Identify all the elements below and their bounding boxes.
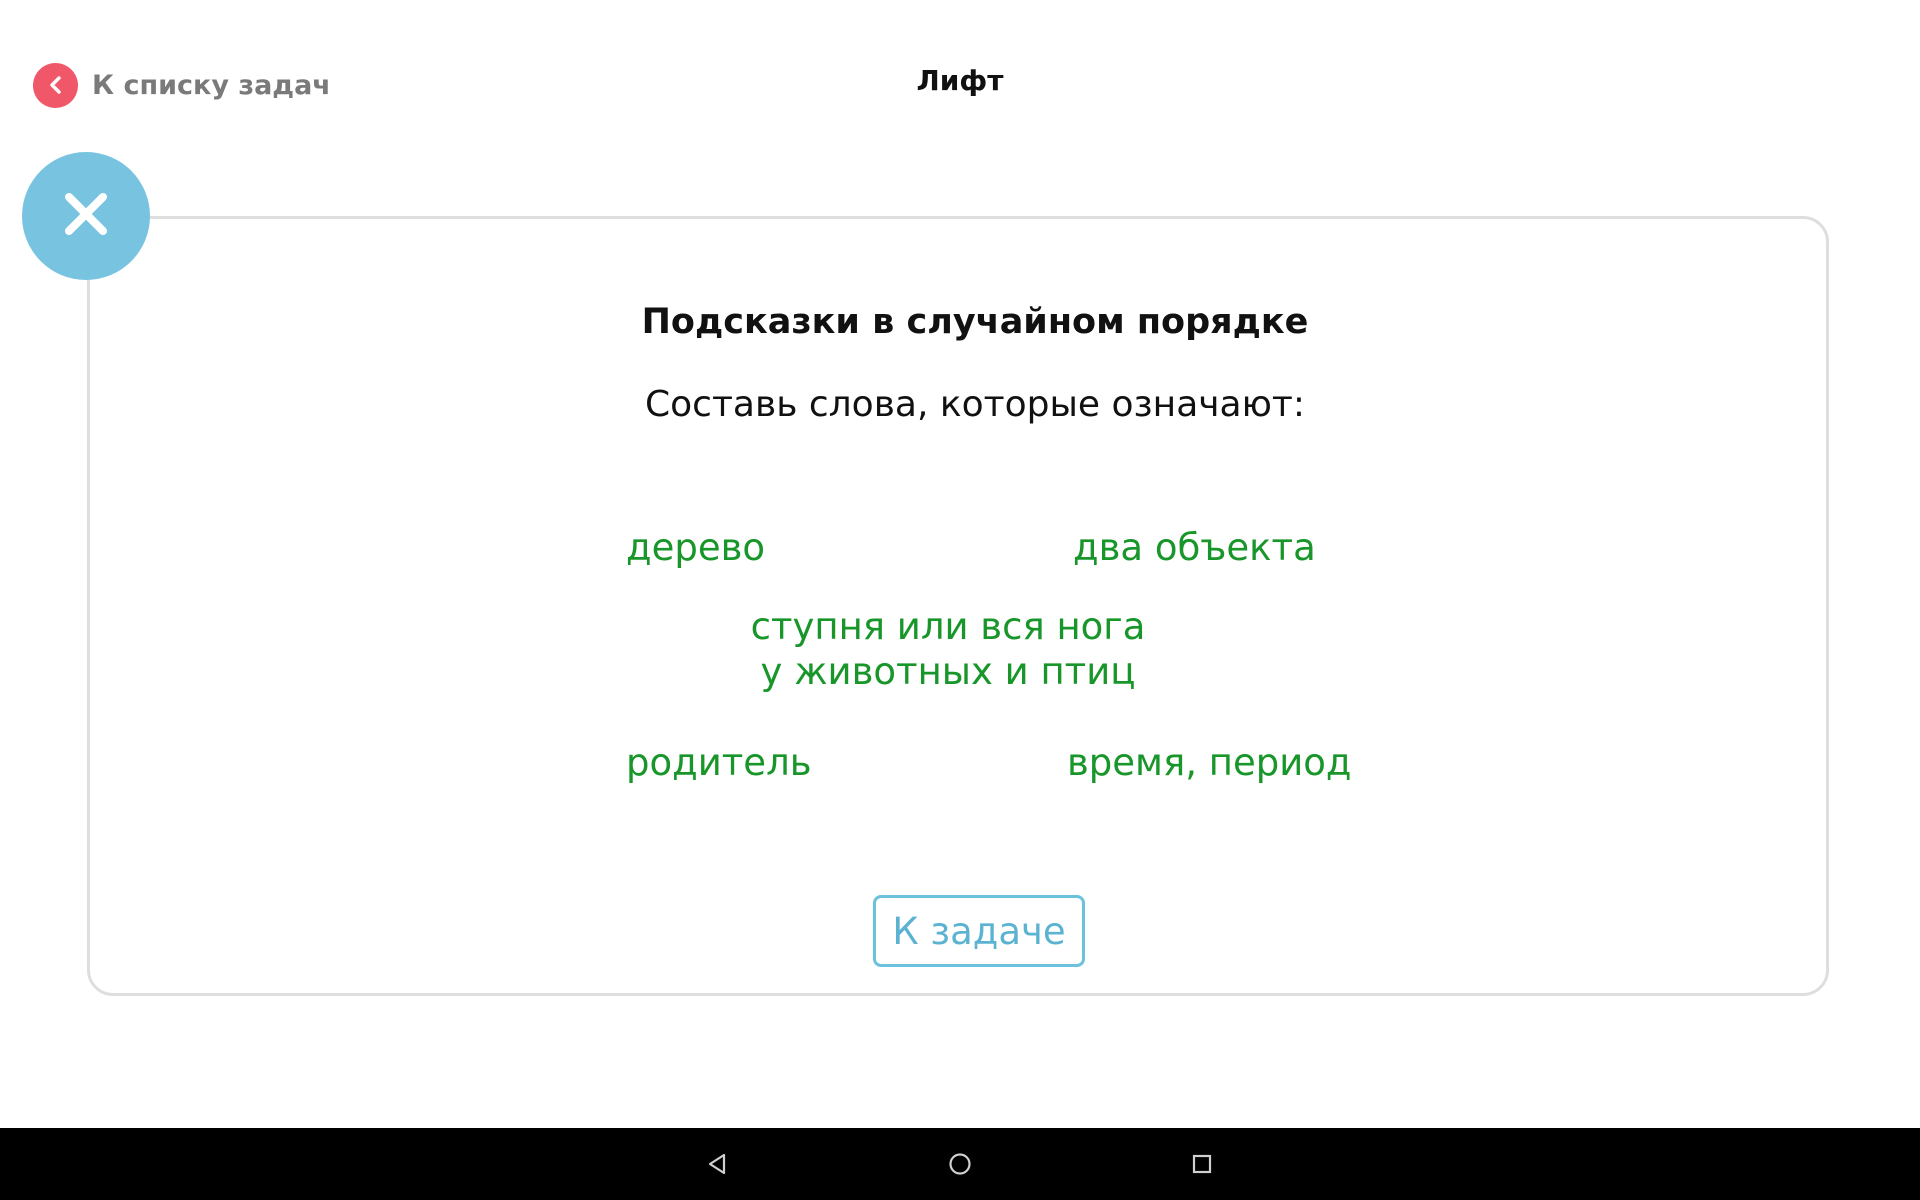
page-title: Лифт [916,64,1004,97]
hint-item: два объекта [1073,526,1316,569]
hint-item: родитель [626,741,812,784]
to-task-button[interactable]: К задаче [873,895,1085,967]
system-navigation-bar [0,1128,1920,1200]
circle-home-icon[interactable] [938,1142,982,1186]
hint-item: ступня или вся нога [750,605,1146,648]
close-icon [61,189,111,243]
triangle-back-icon[interactable] [695,1142,739,1186]
hint-item: дерево [626,526,766,569]
hints-instruction: Составь слова, которые означают: [645,384,1305,425]
hints-heading: Подсказки в случайном порядке [641,302,1309,342]
hint-item: у животных и птиц [760,650,1136,693]
hint-item: время, период [1067,741,1352,784]
page: К списку задач Лифт Подсказки в случайно… [0,0,1920,1200]
square-recents-icon[interactable] [1180,1142,1224,1186]
close-button[interactable] [22,152,150,280]
